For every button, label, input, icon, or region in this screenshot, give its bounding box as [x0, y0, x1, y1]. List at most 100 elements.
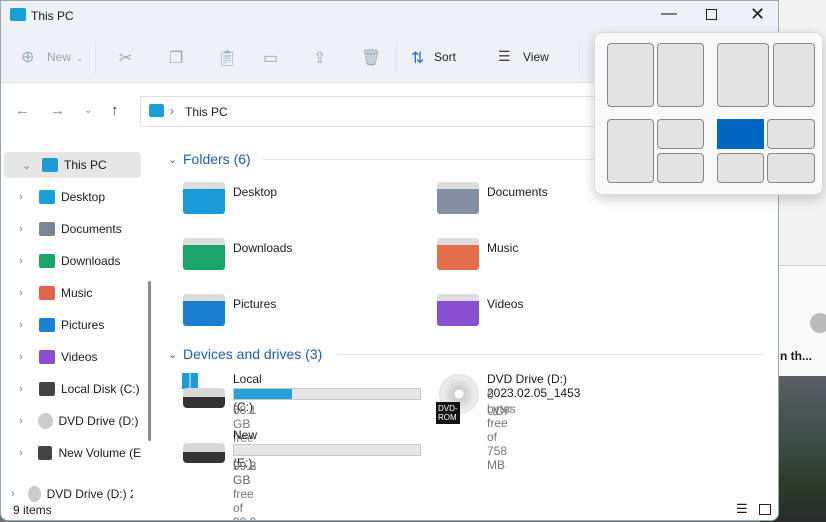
drive-free: 99.8 GB free of 99.9 GB — [233, 459, 257, 520]
documents-icon — [39, 222, 55, 236]
expand-icon[interactable]: › — [19, 351, 33, 363]
sidebar-item-music[interactable]: › Music — [1, 280, 141, 306]
new-button[interactable]: New — [47, 50, 71, 64]
snap-zone[interactable] — [657, 119, 704, 149]
forward-button[interactable]: → — [50, 102, 65, 119]
sort-icon: ⇅ — [411, 50, 425, 67]
music-icon — [39, 286, 55, 300]
dvd-icon — [28, 486, 41, 502]
pc-icon — [42, 158, 58, 172]
tiles-view-button[interactable] — [759, 504, 771, 515]
view-icon: ☰ — [498, 48, 511, 64]
sidebar-item-label: Local Disk (C:) — [61, 382, 140, 396]
breadcrumb-this-pc[interactable]: This PC — [185, 105, 228, 119]
plus-icon: ⊕ — [21, 49, 35, 66]
folder-label: Desktop — [233, 185, 278, 199]
view-button[interactable]: View — [523, 50, 549, 64]
folder-label: Documents — [487, 185, 548, 199]
cut-icon[interactable]: ✂ — [119, 48, 132, 68]
sidebar-scrollbar[interactable] — [148, 281, 151, 441]
dvd-rom-badge: DVD-ROM — [436, 402, 460, 424]
dvd-icon — [37, 413, 53, 429]
expand-icon[interactable]: › — [19, 319, 33, 331]
details-view-button[interactable]: ☰ — [736, 501, 748, 517]
delete-icon[interactable]: 🗑︎ — [361, 48, 381, 68]
recent-dropdown[interactable]: ⌄ — [84, 105, 92, 116]
title-bar: This PC — ✕ — [1, 1, 778, 33]
collapse-icon[interactable]: ⌄ — [168, 153, 177, 166]
rename-icon[interactable]: ▭ — [263, 48, 278, 68]
expand-icon[interactable]: › — [19, 255, 33, 267]
divider — [337, 354, 763, 355]
snap-zone[interactable] — [657, 43, 704, 107]
sidebar-item-local-disk-c[interactable]: › Local Disk (C:) — [1, 376, 141, 402]
pictures-icon — [39, 318, 55, 332]
sidebar-item-videos[interactable]: › Videos — [1, 344, 141, 370]
snap-zone[interactable] — [607, 43, 654, 107]
file-system: UDF — [487, 404, 512, 418]
divider — [579, 43, 580, 73]
minimize-button[interactable]: — — [661, 5, 677, 23]
share-icon[interactable]: ⇪ — [313, 48, 326, 68]
sort-button[interactable]: Sort — [434, 50, 456, 64]
sidebar-item-label: Videos — [61, 350, 98, 364]
back-button[interactable]: ← — [15, 102, 30, 119]
sidebar-item-label: DVD Drive (D:) 2023 — [46, 487, 133, 501]
folder-label: Downloads — [233, 241, 293, 255]
collapse-icon[interactable]: ⌄ — [168, 348, 177, 361]
snap-zone[interactable] — [717, 153, 764, 183]
up-button[interactable]: ↑ — [111, 102, 119, 119]
divider — [95, 43, 96, 73]
sidebar-item-label: Downloads — [61, 254, 121, 268]
folder-label: Music — [487, 241, 519, 255]
folders-header[interactable]: Folders (6) — [183, 151, 251, 167]
snap-zone[interactable] — [773, 43, 815, 107]
expand-icon[interactable]: › — [19, 415, 32, 427]
sidebar-item-label: Pictures — [61, 318, 105, 332]
snap-zone[interactable] — [767, 119, 815, 149]
paste-icon[interactable]: 📋︎ — [217, 48, 237, 68]
sidebar-item-new-volume-e[interactable]: › New Volume (E:) — [1, 440, 141, 466]
drive-icon — [37, 446, 53, 460]
maximize-button[interactable] — [706, 9, 717, 20]
disk-icon — [39, 382, 55, 396]
sidebar-item-desktop[interactable]: › Desktop — [1, 184, 141, 210]
sidebar-item-label: Desktop — [61, 190, 106, 204]
windows-logo-icon — [182, 373, 198, 389]
sidebar-item-documents[interactable]: › Documents — [1, 216, 141, 242]
snap-zone-highlighted[interactable] — [717, 119, 764, 149]
videos-icon — [39, 350, 55, 364]
sidebar-item-pictures[interactable]: › Pictures — [1, 312, 141, 338]
snap-zone[interactable] — [607, 119, 654, 183]
sidebar-item-label: Music — [61, 286, 93, 300]
music-folder-icon — [437, 238, 479, 270]
expand-icon[interactable]: › — [19, 447, 32, 459]
snap-zone[interactable] — [767, 153, 815, 183]
expand-icon[interactable]: › — [11, 488, 22, 500]
expand-icon[interactable]: › — [19, 287, 33, 299]
window-title: This PC — [31, 9, 74, 23]
usage-bar — [233, 388, 421, 400]
expand-icon[interactable]: ⌄ — [22, 159, 36, 172]
expand-icon[interactable]: › — [19, 223, 33, 235]
snap-zone[interactable] — [657, 153, 704, 183]
usage-bar — [233, 444, 421, 456]
sidebar-item-label: Documents — [61, 222, 122, 236]
drive-icon — [183, 443, 225, 463]
expand-icon[interactable]: › — [19, 383, 33, 395]
folder-label: Videos — [487, 297, 524, 311]
drives-header[interactable]: Devices and drives (3) — [183, 346, 322, 362]
breadcrumb-chevron: › — [170, 104, 174, 118]
sidebar-item-this-pc[interactable]: ⌄ This PC — [4, 152, 141, 178]
snap-zone[interactable] — [717, 43, 769, 107]
sidebar-item-dvd-drive-d-2[interactable]: › DVD Drive (D:) 2 — [1, 408, 141, 434]
divider — [396, 43, 397, 73]
background-text: n th... — [780, 349, 812, 363]
expand-icon[interactable]: › — [19, 191, 33, 203]
drive-icon — [183, 388, 225, 408]
downloads-icon — [39, 254, 55, 268]
sidebar-item-label: New Volume (E:) — [58, 446, 141, 460]
close-button[interactable]: ✕ — [750, 4, 765, 25]
copy-icon[interactable]: ❐ — [169, 48, 183, 68]
sidebar-item-downloads[interactable]: › Downloads — [1, 248, 141, 274]
